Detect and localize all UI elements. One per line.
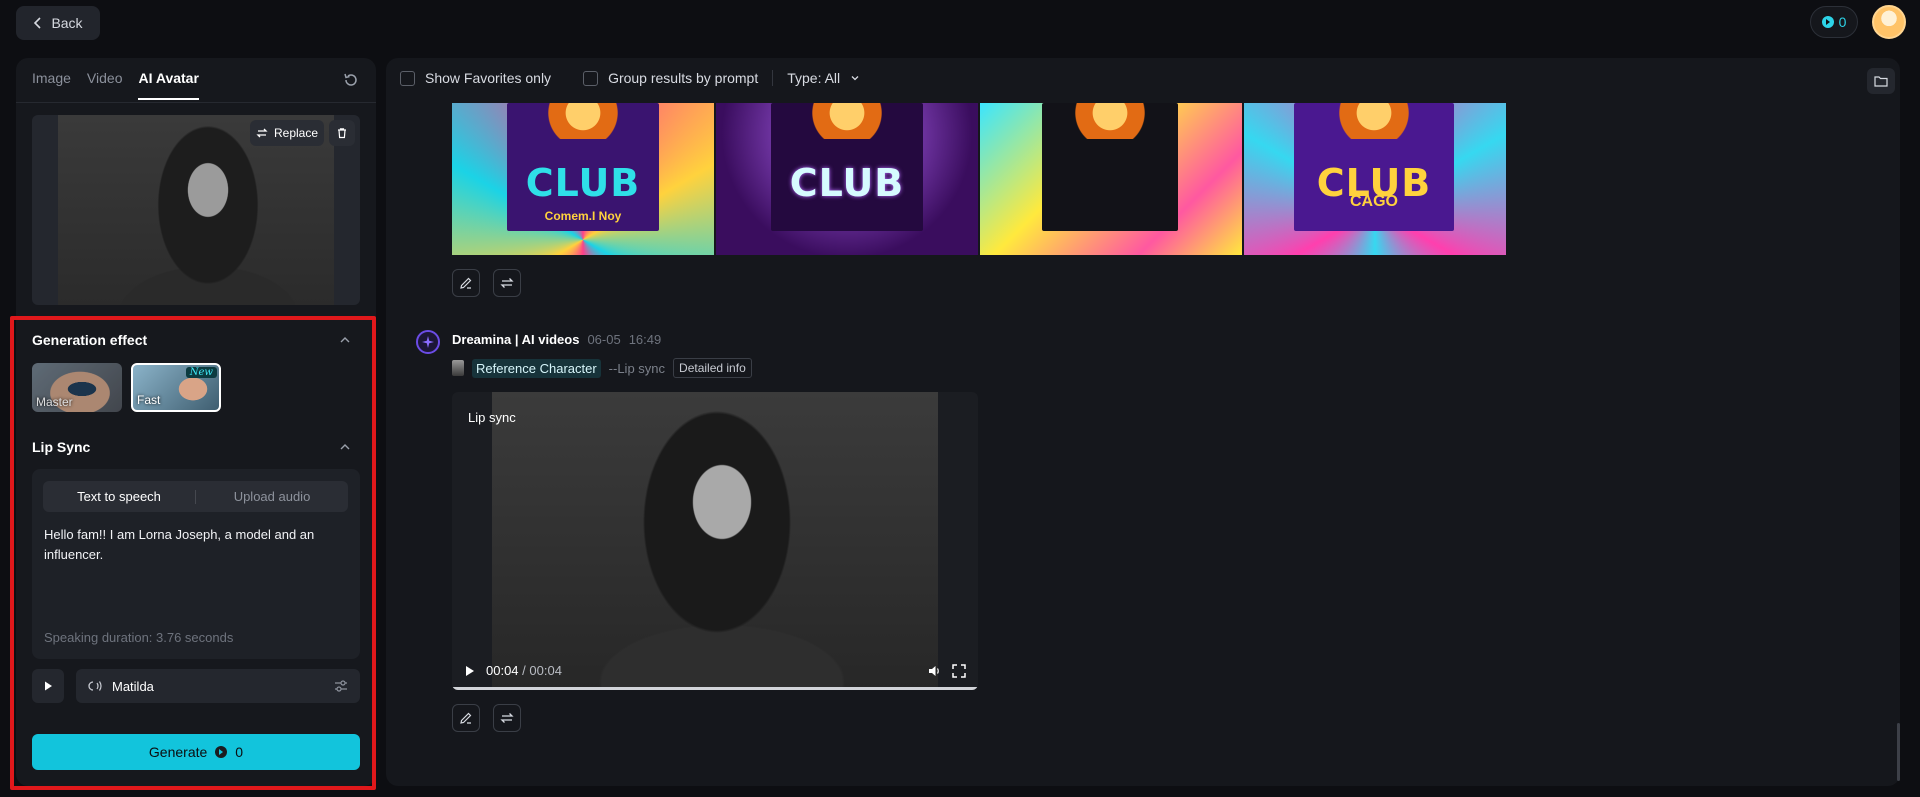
poster-title: CLUB — [789, 161, 905, 205]
poster-title: CLUB — [525, 161, 641, 205]
pencil-icon — [460, 277, 472, 289]
regenerate-button[interactable] — [493, 704, 521, 732]
reference-thumbnail — [452, 360, 464, 376]
video-frame — [492, 392, 938, 690]
type-filter[interactable]: Type: All — [787, 70, 840, 86]
effect-label: Master — [36, 395, 73, 409]
user-avatar[interactable] — [1872, 5, 1906, 39]
volume-icon[interactable] — [928, 664, 942, 678]
group-checkbox[interactable] — [583, 70, 599, 86]
regenerate-button[interactable] — [493, 269, 521, 297]
generation-date: 06-05 — [587, 332, 621, 347]
credit-icon — [215, 746, 228, 758]
poster-subtitle: Comem.I Noy — [544, 209, 622, 223]
lion-illustration — [1337, 103, 1411, 139]
tabs-divider — [16, 102, 376, 103]
edit-button[interactable] — [452, 269, 480, 297]
speech-text-input[interactable]: Hello fam!! I am Lorna Joseph, a model a… — [44, 525, 344, 565]
result-image[interactable] — [980, 103, 1242, 255]
generate-button[interactable]: Generate 0 — [32, 734, 360, 770]
favorites-label[interactable]: Show Favorites only — [425, 70, 551, 86]
mode-upload-audio[interactable]: Upload audio — [196, 489, 348, 504]
reset-icon[interactable] — [342, 71, 360, 89]
credit-icon — [1821, 16, 1834, 28]
lion-illustration — [546, 103, 620, 139]
delete-button[interactable] — [329, 120, 355, 146]
video-label: Lip sync — [468, 410, 516, 425]
generation-meta: Dreamina | AI videos 06-05 16:49 — [452, 332, 661, 347]
filter-bar: Show Favorites only Group results by pro… — [400, 70, 860, 86]
effect-option-fast[interactable]: New Fast — [131, 363, 221, 412]
lion-illustration — [1073, 103, 1147, 139]
new-badge: New — [185, 367, 217, 378]
video-duration: 00:04 — [529, 663, 562, 678]
play-icon[interactable] — [464, 665, 476, 677]
credits-count: 0 — [1838, 14, 1847, 30]
filter-separator — [772, 70, 774, 86]
swap-icon — [500, 278, 514, 288]
video-player[interactable]: Lip sync 00:04 / 00:04 — [452, 392, 978, 690]
voice-icon — [88, 681, 102, 691]
result-image[interactable]: CLUB CAGO — [1244, 103, 1506, 255]
pencil-icon — [460, 712, 472, 724]
chevron-up-icon[interactable] — [339, 334, 351, 346]
generate-label: Generate — [148, 744, 208, 760]
trash-icon — [338, 128, 346, 139]
tab-ai-avatar[interactable]: AI Avatar — [138, 70, 199, 100]
credits-balance[interactable]: 0 — [1810, 6, 1858, 38]
back-label: Back — [51, 15, 83, 31]
lip-sync-title: Lip Sync — [32, 439, 91, 455]
chevron-up-icon[interactable] — [339, 441, 351, 453]
lip-sync-mode-switch: Text to speech Upload audio — [43, 481, 348, 512]
back-button[interactable]: Back — [16, 6, 100, 40]
sliders-icon[interactable] — [334, 679, 348, 693]
dreamina-avatar — [416, 330, 440, 354]
effect-label: Fast — [137, 393, 161, 407]
chevron-down-icon[interactable] — [850, 73, 860, 83]
edit-button[interactable] — [452, 704, 480, 732]
video-controls: 00:04 / 00:04 — [464, 663, 966, 678]
folder-icon — [1874, 76, 1888, 87]
author-name: Dreamina | AI videos — [452, 332, 580, 347]
voice-name: Matilda — [112, 678, 154, 694]
poster-subtitle: CAGO — [1350, 193, 1398, 210]
current-time: 00:04 — [486, 663, 519, 678]
reference-character-tag[interactable]: Reference Character — [472, 358, 601, 378]
generate-cost: 0 — [235, 744, 244, 760]
replace-label: Replace — [273, 126, 319, 140]
result-image[interactable]: CLUB Comem.I Noy — [452, 103, 714, 255]
replace-button[interactable]: Replace — [250, 120, 324, 146]
folder-button[interactable] — [1867, 68, 1895, 94]
favorites-checkbox[interactable] — [400, 70, 415, 86]
detailed-info-button[interactable]: Detailed info — [673, 358, 752, 378]
voice-preview-button[interactable] — [32, 669, 64, 703]
mode-tabs: Image Video AI Avatar — [32, 70, 199, 100]
prompt-row: Reference Character --Lip sync Detailed … — [452, 358, 752, 378]
speaking-duration: Speaking duration: 3.76 seconds — [44, 630, 234, 645]
chevron-left-icon — [34, 17, 42, 29]
sparkle-icon — [422, 336, 434, 348]
generation-time: 16:49 — [628, 332, 662, 347]
tab-video[interactable]: Video — [87, 70, 123, 100]
play-icon — [45, 681, 52, 691]
result-image[interactable]: CLUB — [716, 103, 978, 255]
swap-icon — [256, 128, 268, 138]
fullscreen-icon[interactable] — [952, 663, 966, 678]
video-progress[interactable] — [452, 687, 978, 690]
mode-text-to-speech[interactable]: Text to speech — [43, 489, 195, 504]
generation-effect-title: Generation effect — [32, 332, 148, 348]
video-progress-fill — [452, 687, 978, 690]
swap-icon — [500, 713, 514, 723]
effect-option-master[interactable]: Master — [32, 363, 122, 412]
results-scrollbar[interactable] — [1897, 723, 1900, 781]
group-label[interactable]: Group results by prompt — [608, 70, 758, 86]
prompt-suffix: --Lip sync — [608, 360, 666, 376]
lion-illustration — [810, 103, 884, 139]
tab-image[interactable]: Image — [32, 70, 71, 100]
voice-select[interactable]: Matilda — [76, 669, 360, 703]
